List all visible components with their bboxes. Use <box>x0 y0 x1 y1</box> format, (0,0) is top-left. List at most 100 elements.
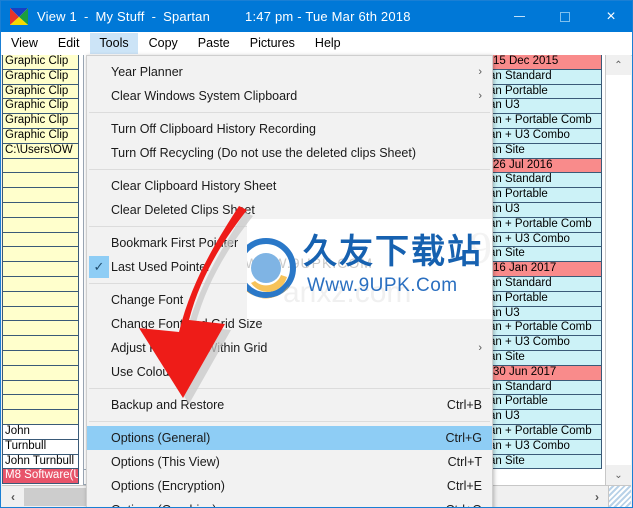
right-cell[interactable]: an Site <box>486 350 602 366</box>
right-cell[interactable]: an Portable <box>486 395 602 411</box>
scroll-right-arrow-icon[interactable]: › <box>586 487 608 507</box>
watermark-globe-icon <box>247 231 303 305</box>
spartan-application-window: View 1 - My Stuff - Spartan 1:47 pm - Tu… <box>0 0 633 508</box>
left-cell[interactable] <box>2 247 79 263</box>
tools-menu-item[interactable]: Options (Encryption) Ctrl+E <box>87 474 492 498</box>
vertical-scrollbar[interactable]: ⌃ ⌄ <box>605 55 631 485</box>
tools-menu-item[interactable]: Backup and Restore Ctrl+B <box>87 393 492 417</box>
left-cell[interactable]: M8 Software(UK) <box>2 469 79 485</box>
right-cell[interactable]: an + Portable Comb <box>486 114 602 129</box>
vertical-scroll-track[interactable] <box>606 75 631 465</box>
right-date-header-cell[interactable]: 30 Jun 2017 <box>486 365 602 381</box>
left-cell[interactable] <box>2 188 79 203</box>
tools-menu-item[interactable]: Options (Onedrive) Ctrl+O <box>87 498 492 507</box>
left-cell[interactable]: Graphic Clip <box>2 114 79 129</box>
scroll-up-arrow-icon[interactable]: ⌃ <box>606 55 631 75</box>
right-cell[interactable]: an + U3 Combo <box>486 439 602 455</box>
tools-menu-item[interactable]: Turn Off Recycling (Do not use the delet… <box>87 141 492 165</box>
right-cell[interactable]: an Portable <box>486 291 602 307</box>
tools-menu-item[interactable]: Year Planner › <box>87 60 492 84</box>
right-cell[interactable]: an + U3 Combo <box>486 336 602 351</box>
app-logo-icon <box>10 8 28 25</box>
right-cell[interactable]: an Standard <box>486 276 602 292</box>
left-cell[interactable]: Graphic Clip <box>2 69 79 85</box>
right-cell[interactable]: an Standard <box>486 69 602 85</box>
left-cell[interactable] <box>2 173 79 189</box>
left-cell[interactable] <box>2 217 79 233</box>
right-cell[interactable] <box>486 469 602 485</box>
left-cell[interactable]: Graphic Clip <box>2 84 79 100</box>
menu-item-paste[interactable]: Paste <box>189 33 239 54</box>
minimize-button[interactable] <box>496 1 542 32</box>
left-cell[interactable]: Graphic Clip <box>2 55 79 70</box>
tools-menu-item[interactable]: Clear Windows System Clipboard › <box>87 84 492 108</box>
right-column-versions[interactable]: 15 Dec 2015 an Standard an Portable an U3 an… <box>486 55 602 485</box>
right-date-header-cell[interactable]: 15 Dec 2015 <box>486 55 602 70</box>
left-cell[interactable]: Graphic Clip <box>2 128 79 144</box>
left-cell[interactable] <box>2 395 79 411</box>
scroll-down-arrow-icon[interactable]: ⌄ <box>606 465 631 485</box>
right-cell[interactable]: an U3 <box>486 306 602 322</box>
left-cell[interactable] <box>2 380 79 396</box>
right-cell[interactable]: an U3 <box>486 99 602 115</box>
tools-menu-item[interactable]: Clear Clipboard History Sheet <box>87 174 492 198</box>
menu-item-view[interactable]: View <box>2 33 47 54</box>
left-cell[interactable] <box>2 321 79 337</box>
tools-menu-item[interactable]: Turn Off Clipboard History Recording <box>87 117 492 141</box>
left-cell[interactable]: C:\Users\OW <box>2 143 79 159</box>
left-cell[interactable] <box>2 202 79 218</box>
tools-menu-item[interactable]: Options (General) Ctrl+G <box>87 426 492 450</box>
left-cell[interactable] <box>2 336 79 351</box>
right-cell[interactable]: an + Portable Comb <box>486 424 602 440</box>
left-cell[interactable] <box>2 262 79 277</box>
right-cell[interactable]: an Site <box>486 143 602 159</box>
left-cell[interactable]: Turnbull <box>2 439 79 455</box>
menu-item-tools[interactable]: Tools <box>90 33 138 54</box>
menu-item-label: Options (General) <box>111 431 211 445</box>
right-cell[interactable]: an + U3 Combo <box>486 128 602 144</box>
left-cell[interactable] <box>2 306 79 322</box>
maximize-icon <box>560 11 570 22</box>
right-cell[interactable]: an Site <box>486 247 602 263</box>
right-date-header-cell[interactable]: 26 Jul 2016 <box>486 158 602 174</box>
menu-item-copy[interactable]: Copy <box>140 33 187 54</box>
left-column-clips[interactable]: Graphic Clip Graphic Clip Graphic Clip Grap… <box>2 55 79 485</box>
right-cell[interactable]: an U3 <box>486 202 602 218</box>
title-datetime: 1:47 pm - Tue Mar 6th 2018 <box>245 9 411 24</box>
left-cell[interactable]: Graphic Clip <box>2 99 79 115</box>
menu-item-edit[interactable]: Edit <box>49 33 89 54</box>
close-button[interactable]: × <box>588 1 632 32</box>
right-cell[interactable]: an + Portable Comb <box>486 217 602 233</box>
right-date-header-cell[interactable]: 16 Jan 2017 <box>486 262 602 277</box>
maximize-button[interactable] <box>542 1 588 32</box>
right-cell[interactable]: an + U3 Combo <box>486 232 602 248</box>
right-cell[interactable]: an U3 <box>486 410 602 425</box>
menu-item-help[interactable]: Help <box>306 33 350 54</box>
left-cell[interactable] <box>2 350 79 366</box>
left-cell[interactable] <box>2 276 79 292</box>
menu-item-shortcut: Ctrl+B <box>446 398 482 412</box>
menu-item-label: Clear Deleted Clips Sheet <box>111 203 255 217</box>
tools-menu-item[interactable]: Use Colours <box>87 360 492 384</box>
tools-menu-item[interactable]: Options (This View) Ctrl+T <box>87 450 492 474</box>
scroll-left-arrow-icon[interactable]: ‹ <box>2 487 24 507</box>
right-cell[interactable]: an + Portable Comb <box>486 321 602 337</box>
left-cell[interactable] <box>2 365 79 381</box>
left-cell[interactable] <box>2 291 79 307</box>
right-cell[interactable]: an Portable <box>486 84 602 100</box>
right-cell[interactable]: an Standard <box>486 380 602 396</box>
left-cell[interactable] <box>2 410 79 425</box>
menu-item-pictures[interactable]: Pictures <box>241 33 304 54</box>
left-cell[interactable]: John <box>2 424 79 440</box>
right-cell[interactable]: an Portable <box>486 188 602 203</box>
left-cell[interactable]: John Turnbull <box>2 454 79 470</box>
tools-menu-item[interactable]: Adjust Font Size Within Grid › <box>87 336 492 360</box>
right-cell[interactable]: an Site <box>486 454 602 470</box>
left-cell[interactable] <box>2 232 79 248</box>
checkmark-icon: ✓ <box>89 256 109 278</box>
title-app-name: Spartan <box>163 9 211 24</box>
right-cell[interactable]: an Standard <box>486 173 602 189</box>
resize-grip[interactable] <box>608 485 631 507</box>
left-cell[interactable] <box>2 158 79 174</box>
menu-separator <box>89 169 490 170</box>
